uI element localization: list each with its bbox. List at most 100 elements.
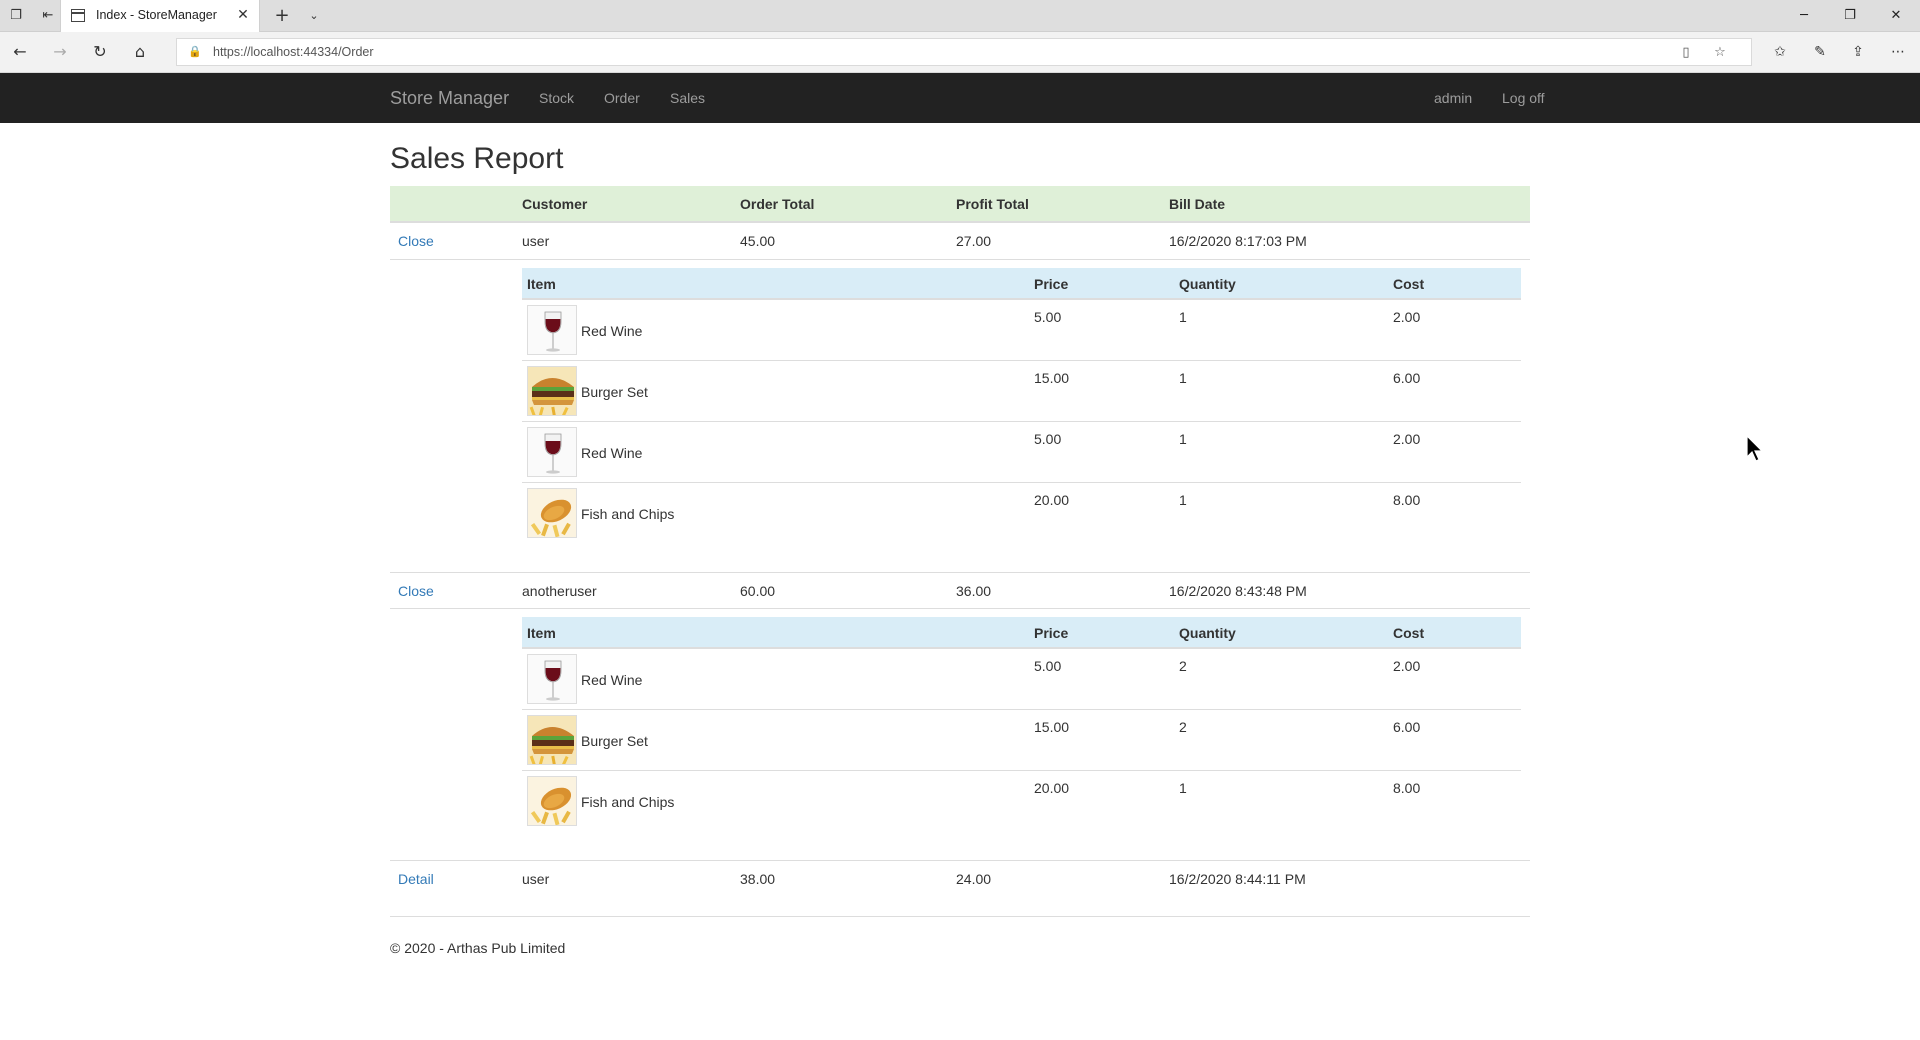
order-total: 60.00 <box>740 583 776 599</box>
item-price: 20.00 <box>1034 780 1070 796</box>
order-customer: user <box>522 233 550 249</box>
detail-row: Fish and Chips 20.00 1 8.00 <box>522 483 1521 544</box>
item-quantity: 1 <box>1179 431 1187 447</box>
item-price: 5.00 <box>1034 431 1062 447</box>
favorites-list-icon[interactable]: ✩ <box>1770 42 1790 62</box>
item-name: Fish and Chips <box>581 506 675 522</box>
close-link[interactable]: Close <box>398 583 434 599</box>
close-link[interactable]: Close <box>398 233 434 249</box>
col-cost: Cost <box>1393 625 1425 641</box>
new-tab-icon[interactable]: + <box>274 7 290 25</box>
order-detail-table: Item Price Quantity Cost Red Wine 5.00 1… <box>522 268 1521 568</box>
favorite-star-icon[interactable]: ☆ <box>1711 44 1729 62</box>
forward-icon[interactable]: → <box>50 42 70 62</box>
page-icon <box>71 9 85 22</box>
footer-copyright: © 2020 - Arthas Pub Limited <box>390 940 566 956</box>
order-row: Close user 45.00 27.00 16/2/2020 8:17:03… <box>390 223 1530 260</box>
detail-row: Red Wine 5.00 1 2.00 <box>522 422 1521 483</box>
order-total: 38.00 <box>740 871 776 887</box>
item-name: Burger Set <box>581 384 648 400</box>
nav-user[interactable]: admin <box>1434 90 1472 106</box>
item-quantity: 1 <box>1179 309 1187 325</box>
item-name: Fish and Chips <box>581 794 675 810</box>
detail-link[interactable]: Detail <box>398 871 434 887</box>
item-quantity: 1 <box>1179 780 1187 796</box>
pen-icon[interactable]: ✎ <box>1810 42 1830 62</box>
close-tab-icon[interactable]: ✕ <box>235 7 251 23</box>
item-quantity: 1 <box>1179 370 1187 386</box>
item-cost: 8.00 <box>1393 492 1421 508</box>
bill-date: 16/2/2020 8:17:03 PM <box>1169 233 1307 249</box>
item-cost: 2.00 <box>1393 658 1421 674</box>
fish-and-chips-image <box>527 488 577 538</box>
mouse-cursor-icon <box>1746 435 1764 462</box>
reading-view-icon[interactable]: ▯ <box>1677 44 1695 62</box>
nav-logoff[interactable]: Log off <box>1502 90 1545 106</box>
detail-row: Fish and Chips 20.00 1 8.00 <box>522 771 1521 832</box>
item-price: 5.00 <box>1034 658 1062 674</box>
restore-icon[interactable]: ❐ <box>1840 6 1860 26</box>
col-quantity: Quantity <box>1179 625 1236 641</box>
detail-row: Red Wine 5.00 1 2.00 <box>522 300 1521 361</box>
item-name: Red Wine <box>581 445 643 461</box>
item-quantity: 1 <box>1179 492 1187 508</box>
minimize-icon[interactable]: ─ <box>1794 6 1814 26</box>
profit-total: 27.00 <box>956 233 992 249</box>
item-price: 15.00 <box>1034 370 1070 386</box>
wine-glass-image <box>527 305 577 355</box>
order-row: Close anotheruser 60.00 36.00 16/2/2020 … <box>390 572 1530 609</box>
item-price: 15.00 <box>1034 719 1070 735</box>
profit-total: 36.00 <box>956 583 992 599</box>
burger-image <box>527 366 577 416</box>
item-quantity: 2 <box>1179 658 1187 674</box>
address-bar-row: ← → ↻ ⌂ 🔒 https://localhost:44334/Order … <box>0 32 1920 73</box>
tab-title: Index - StoreManager <box>96 8 217 22</box>
browser-tab-bar: ❐ ⇤ Index - StoreManager ✕ + ⌄ ─ ❐ ✕ <box>0 0 1920 32</box>
item-cost: 2.00 <box>1393 309 1421 325</box>
col-price: Price <box>1034 625 1069 641</box>
tab-list-chevron-icon[interactable]: ⌄ <box>306 8 322 24</box>
col-item: Item <box>527 276 556 292</box>
detail-header: Item Price Quantity Cost <box>522 617 1521 649</box>
col-quantity: Quantity <box>1179 276 1236 292</box>
item-price: 5.00 <box>1034 309 1062 325</box>
item-cost: 6.00 <box>1393 719 1421 735</box>
detail-row: Burger Set 15.00 2 6.00 <box>522 710 1521 771</box>
col-profit-total: Profit Total <box>956 196 1029 212</box>
order-customer: user <box>522 871 550 887</box>
share-icon[interactable]: ⇪ <box>1848 42 1868 62</box>
tab-manager-icon[interactable]: ❐ <box>8 8 24 24</box>
brand-link[interactable]: Store Manager <box>390 88 509 109</box>
col-order-total: Order Total <box>740 196 815 212</box>
more-menu-icon[interactable]: ⋯ <box>1888 42 1908 62</box>
col-customer: Customer <box>522 196 588 212</box>
footer-divider <box>390 916 1530 917</box>
nav-stock[interactable]: Stock <box>539 90 574 106</box>
app-navbar: Store Manager Stock Order Sales admin Lo… <box>0 73 1920 123</box>
item-name: Burger Set <box>581 733 648 749</box>
set-aside-tabs-icon[interactable]: ⇤ <box>40 8 56 24</box>
item-cost: 2.00 <box>1393 431 1421 447</box>
address-input[interactable]: 🔒 https://localhost:44334/Order ▯ ☆ <box>176 38 1752 66</box>
order-row: Detail user 38.00 24.00 16/2/2020 8:44:1… <box>390 860 1530 917</box>
col-cost: Cost <box>1393 276 1425 292</box>
detail-row: Burger Set 15.00 1 6.00 <box>522 361 1521 422</box>
order-detail-table: Item Price Quantity Cost Red Wine 5.00 2… <box>522 617 1521 857</box>
item-cost: 8.00 <box>1393 780 1421 796</box>
burger-image <box>527 715 577 765</box>
wine-glass-image <box>527 654 577 704</box>
nav-order[interactable]: Order <box>604 90 640 106</box>
order-customer: anotheruser <box>522 583 597 599</box>
item-quantity: 2 <box>1179 719 1187 735</box>
close-window-icon[interactable]: ✕ <box>1886 6 1906 26</box>
home-icon[interactable]: ⌂ <box>130 42 150 62</box>
nav-sales[interactable]: Sales <box>670 90 705 106</box>
item-cost: 6.00 <box>1393 370 1421 386</box>
sales-table-header: Customer Order Total Profit Total Bill D… <box>390 186 1530 223</box>
refresh-icon[interactable]: ↻ <box>90 42 110 62</box>
back-icon[interactable]: ← <box>10 42 30 62</box>
browser-tab-active[interactable]: Index - StoreManager ✕ <box>60 0 260 32</box>
wine-glass-image <box>527 427 577 477</box>
col-bill-date: Bill Date <box>1169 196 1226 212</box>
fish-and-chips-image <box>527 776 577 826</box>
